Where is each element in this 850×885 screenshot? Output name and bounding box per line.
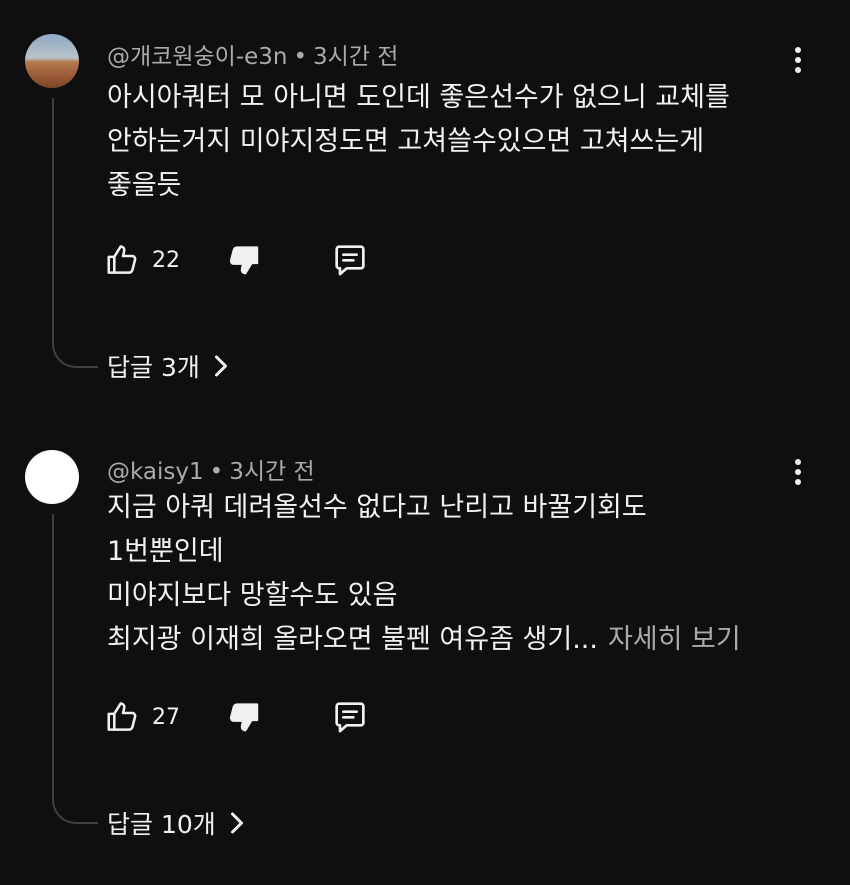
author-name[interactable]: @개코원숭이-e3n [107,44,287,70]
avatar[interactable] [25,34,79,88]
comment-line: 1번뿐인데 [107,536,224,567]
comment-line: 좋을듯 [107,170,182,201]
view-replies-button[interactable]: 답글 3개 [107,348,230,384]
separator-dot: • [293,44,308,70]
read-more-link[interactable]: 자세히 보기 [608,624,741,655]
reply-button[interactable] [330,240,370,280]
thumbs-up-icon [107,245,137,274]
dislike-button[interactable] [224,698,262,736]
chevron-right-icon [214,355,227,377]
thread-line [52,514,98,824]
thread-line [52,98,98,368]
dot [795,67,801,73]
comment-line: 최지광 이재희 올라오면 불펜 여유좀 생기... 자세히 보기 [107,618,767,662]
like-button[interactable]: 22 [104,241,202,279]
more-options-button[interactable] [781,452,815,492]
comment-line: 안하는거지 미야지정도면 고쳐쓸수있으면 고쳐쓰는게 [107,126,705,157]
author-name[interactable]: @kaisy1 [107,459,204,485]
thumbs-down-icon [229,246,259,275]
comment-item: @개코원숭이-e3n • 3시간 전 아시아쿼터 모 아니면 도인데 좋은선수가 없… [0,0,850,420]
timestamp[interactable]: 3시간 전 [229,459,314,485]
dot [795,469,801,475]
like-button[interactable]: 27 [104,698,202,736]
thumbs-down-icon [229,703,259,732]
view-replies-button[interactable]: 답글 10개 [107,805,246,841]
vertical-dots-icon [795,47,801,53]
avatar[interactable] [25,450,79,504]
comment-text: 아시아쿼터 모 아니면 도인데 좋은선수가 없으니 교체를 안하는거지 미야지정… [107,76,767,208]
comment-line: 아시아쿼터 모 아니면 도인데 좋은선수가 없으니 교체를 [107,82,730,113]
reply-button[interactable] [330,697,370,737]
vertical-dots-icon [795,459,801,465]
comment-meta: @kaisy1 • 3시간 전 [107,452,315,486]
timestamp[interactable]: 3시간 전 [313,44,398,70]
more-options-button[interactable] [781,40,815,80]
replies-label: 답글 3개 [107,353,200,382]
comment-item: @kaisy1 • 3시간 전 지금 아쿼 데려올선수 없다고 난리고 바꿀기회도 … [0,420,850,885]
like-count: 22 [152,247,180,273]
comment-actions: 27 [104,695,370,739]
dot [795,57,801,63]
comment-meta: @개코원숭이-e3n • 3시간 전 [107,37,398,71]
replies-label: 답글 10개 [107,810,216,839]
comment-line: 지금 아쿼 데려올선수 없다고 난리고 바꿀기회도 [107,492,647,523]
comment-line: 미야지보다 망할수도 있음 [107,580,398,611]
comment-icon [335,245,365,276]
thumbs-up-icon [107,702,137,731]
comment-text: 지금 아쿼 데려올선수 없다고 난리고 바꿀기회도 1번뿐인데 미야지보다 망할… [107,486,767,662]
comment-icon [335,702,365,733]
chevron-right-icon [230,812,243,834]
like-count: 27 [152,704,180,730]
comment-actions: 22 [104,238,370,282]
dot [795,479,801,485]
dislike-button[interactable] [224,241,262,279]
comment-line-text: 최지광 이재희 올라오면 불펜 여유좀 생기... [107,624,598,655]
separator-dot: • [209,459,224,485]
